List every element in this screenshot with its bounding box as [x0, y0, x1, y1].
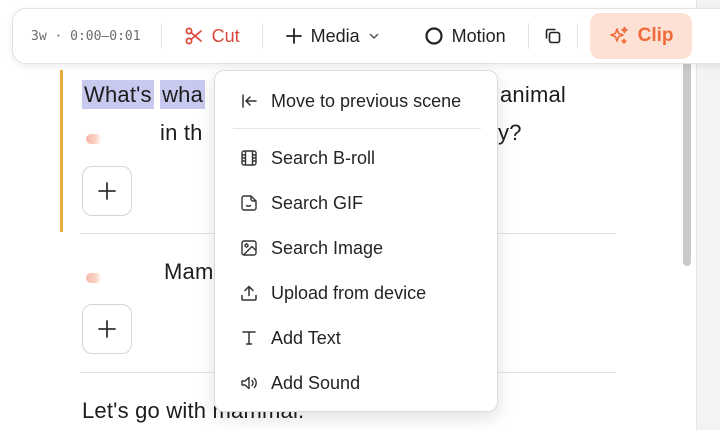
menu-item-search-image[interactable]: Search Image: [215, 228, 499, 268]
text-icon: [215, 329, 271, 347]
highlighted-word[interactable]: What's: [82, 80, 154, 109]
plus-icon: [285, 27, 303, 45]
copy-icon: [543, 26, 563, 46]
menu-item-label: Search GIF: [271, 192, 364, 213]
scrollbar-track[interactable]: [696, 0, 720, 430]
media-menu: Move to previous scene Search B-roll Sea…: [214, 70, 498, 412]
menu-item-label: Search B-roll: [271, 147, 376, 168]
plus-icon: [96, 180, 118, 202]
speaker-indicator: [86, 273, 102, 283]
menu-item-add-text[interactable]: Add Text: [215, 318, 499, 358]
menu-item-search-b-roll[interactable]: Search B-roll: [215, 138, 499, 178]
circle-icon: [424, 26, 444, 46]
add-media-button[interactable]: [82, 166, 132, 216]
selection-duration: 3w · 0:00–0:01: [31, 28, 141, 44]
sticker-icon: [215, 194, 271, 212]
duplicate-button[interactable]: [529, 16, 577, 56]
clip-label: Clip: [637, 25, 674, 46]
scene-2-line-1[interactable]: Mam: [164, 257, 214, 287]
scene-1-line-1-tail[interactable]: animal: [500, 80, 566, 110]
menu-item-label: Upload from device: [271, 282, 427, 303]
menu-item-move-to-previous-scene[interactable]: Move to previous scene: [215, 81, 499, 121]
clip-button[interactable]: Clip: [589, 13, 692, 59]
chevron-down-icon: [368, 30, 380, 42]
menu-item-label: Search Image: [271, 237, 384, 258]
menu-divider: [233, 128, 481, 129]
toolbar: 3w · 0:00–0:01 Cut Media Motion Clip: [12, 8, 720, 64]
menu-item-add-sound[interactable]: Add Sound: [215, 363, 499, 403]
scene-1-line-2-tail[interactable]: y?: [498, 118, 522, 148]
scene-1-line-1[interactable]: What's wha: [82, 80, 206, 110]
motion-label: Motion: [451, 25, 506, 46]
media-dropdown-button[interactable]: Media: [263, 16, 402, 56]
menu-item-label: Move to previous scene: [271, 90, 462, 111]
image-icon: [215, 239, 271, 257]
cut-label: Cut: [211, 25, 240, 46]
scene-1-line-2[interactable]: in th: [160, 118, 203, 148]
upload-icon: [215, 284, 271, 302]
speaker-indicator: [86, 134, 102, 144]
media-label: Media: [310, 25, 360, 46]
speaker-icon: [215, 374, 271, 392]
toolbar-divider: [576, 23, 578, 49]
menu-item-upload-from-device[interactable]: Upload from device: [215, 273, 499, 313]
plus-icon: [96, 318, 118, 340]
motion-button[interactable]: Motion: [402, 16, 528, 56]
add-media-button[interactable]: [82, 304, 132, 354]
sparkles-icon: [608, 25, 630, 47]
menu-item-search-gif[interactable]: Search GIF: [215, 183, 499, 223]
menu-item-label: Add Text: [271, 327, 341, 348]
cut-button[interactable]: Cut: [162, 16, 262, 56]
scissors-icon: [184, 26, 204, 46]
arrow-left-to-line-icon: [215, 92, 271, 110]
film-icon: [215, 149, 271, 167]
highlighted-word[interactable]: wha: [160, 80, 206, 109]
menu-item-label: Add Sound: [271, 372, 361, 393]
scrollbar-thumb[interactable]: [683, 60, 691, 266]
